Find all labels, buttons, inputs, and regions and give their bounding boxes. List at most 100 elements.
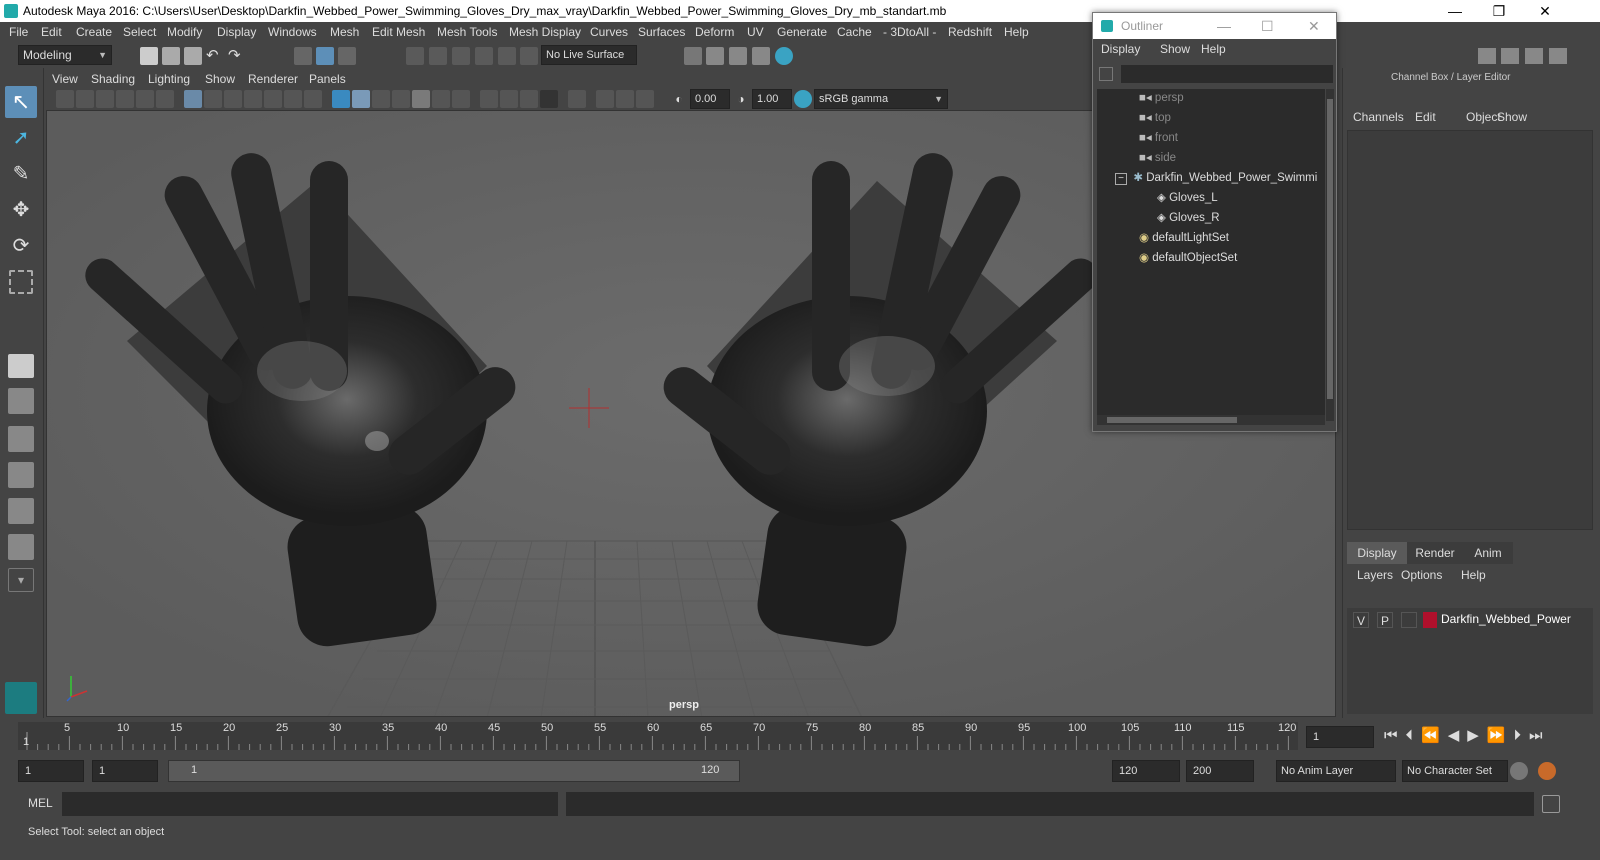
menu-mesh[interactable]: Mesh — [330, 22, 359, 42]
frame-all-icon[interactable] — [596, 90, 614, 108]
exposure-icon[interactable]: ◐ — [670, 90, 688, 108]
safe-title-icon[interactable] — [304, 90, 322, 108]
options-menu[interactable]: Options — [1401, 568, 1442, 582]
collapse-icon[interactable]: − — [1115, 173, 1127, 185]
layer-playback-toggle[interactable]: P — [1377, 612, 1393, 628]
exposure-field[interactable]: 0.00 — [690, 89, 730, 109]
help-menu[interactable]: Help — [1461, 568, 1486, 582]
undo-icon[interactable]: ↶ — [206, 47, 224, 65]
show-menu[interactable]: Show — [1497, 110, 1527, 124]
tab-anim[interactable]: Anim — [1463, 542, 1513, 564]
minimize-button[interactable]: — — [1432, 0, 1478, 22]
outliner-item-gloves-r[interactable]: ◈ Gloves_R — [1157, 209, 1220, 227]
textured-icon[interactable] — [412, 90, 430, 108]
outliner-vscrollbar[interactable] — [1326, 89, 1334, 421]
character-set-selector[interactable]: No Character Set — [1402, 760, 1508, 782]
xray-joints-icon[interactable] — [500, 90, 518, 108]
command-input[interactable] — [62, 792, 558, 816]
menu-redshift[interactable]: Redshift — [948, 22, 992, 42]
outliner-item-top[interactable]: ■◂ top — [1139, 109, 1171, 127]
outliner-item-group[interactable]: − ✱ Darkfin_Webbed_Power_Swimmi — [1115, 169, 1317, 187]
outliner-filter-icon[interactable] — [1099, 67, 1113, 81]
menu-3dtoall[interactable]: - 3DtoAll - — [883, 22, 936, 42]
new-scene-icon[interactable] — [140, 47, 158, 65]
outliner-minimize-icon[interactable]: — — [1217, 13, 1231, 39]
open-scene-icon[interactable] — [162, 47, 180, 65]
color-management-icon[interactable] — [794, 90, 812, 108]
ipr-render-icon[interactable] — [729, 47, 747, 65]
menu-edit-mesh[interactable]: Edit Mesh — [372, 22, 425, 42]
rotate-tool-icon[interactable]: ⟳ — [9, 234, 33, 258]
paint-select-icon[interactable]: ✎ — [9, 162, 33, 186]
outliner-item-front[interactable]: ■◂ front — [1139, 129, 1178, 147]
tab-display[interactable]: Display — [1347, 542, 1407, 564]
lasso-tool-icon[interactable]: ➚ — [9, 126, 33, 150]
maya-home-icon[interactable] — [5, 682, 37, 714]
outliner-maximize-icon[interactable]: ☐ — [1261, 13, 1274, 39]
camera-select-icon[interactable] — [56, 90, 74, 108]
scale-tool-icon[interactable] — [9, 270, 33, 294]
outliner-item-object-set[interactable]: ◉ defaultObjectSet — [1139, 249, 1237, 267]
time-ruler[interactable]: 1 5 10 15 20 25 30 35 40 45 50 55 60 65 … — [18, 722, 1298, 750]
select-tool-icon[interactable]: ↖ — [5, 86, 37, 118]
menu-modify[interactable]: Modify — [167, 22, 202, 42]
render-settings-icon[interactable] — [684, 47, 702, 65]
more-layouts-icon[interactable]: ▾ — [8, 568, 34, 592]
close-button[interactable]: ✕ — [1522, 0, 1568, 22]
use-all-lights-icon[interactable] — [432, 90, 450, 108]
current-frame-field[interactable]: 1 — [1306, 726, 1374, 748]
outliner-hscroll-thumb[interactable] — [1107, 417, 1237, 423]
outliner-close-icon[interactable]: ✕ — [1308, 13, 1320, 39]
panel-menu-renderer[interactable]: Renderer — [248, 70, 298, 88]
layer-visibility-toggle[interactable]: V — [1353, 612, 1369, 628]
menu-curves[interactable]: Curves — [590, 22, 628, 42]
snap-grid-icon[interactable] — [406, 47, 424, 65]
isolate-select-icon[interactable] — [568, 90, 586, 108]
time-slider[interactable]: 1 5 10 15 20 25 30 35 40 45 50 55 60 65 … — [0, 718, 1600, 752]
step-back-icon[interactable]: ⏴ — [1406, 727, 1422, 744]
ambient-occlusion-icon[interactable] — [520, 90, 538, 108]
layer-name[interactable]: Darkfin_Webbed_Power — [1441, 612, 1571, 626]
outliner-hscrollbar[interactable] — [1097, 415, 1325, 425]
layer-type-toggle[interactable] — [1401, 612, 1417, 628]
menu-windows[interactable]: Windows — [268, 22, 317, 42]
playback-start-field[interactable]: 1 — [92, 760, 158, 782]
toggle-tool-settings-icon[interactable] — [1501, 48, 1519, 64]
outliner-menu-show[interactable]: Show — [1160, 39, 1190, 59]
object-menu[interactable]: Object — [1466, 110, 1501, 124]
two-d-pan-icon[interactable] — [136, 90, 154, 108]
menu-uv[interactable]: UV — [747, 22, 764, 42]
image-plane-icon[interactable] — [116, 90, 134, 108]
render-view-icon[interactable] — [752, 47, 770, 65]
menu-mesh-display[interactable]: Mesh Display — [509, 22, 581, 42]
select-object-icon[interactable] — [316, 47, 334, 65]
panel-menu-lighting[interactable]: Lighting — [148, 70, 190, 88]
outliner-item-side[interactable]: ■◂ side — [1139, 149, 1176, 167]
menu-select[interactable]: Select — [123, 22, 156, 42]
layers-menu[interactable]: Layers — [1357, 568, 1393, 582]
snap-view-icon[interactable] — [475, 47, 493, 65]
snap-point-icon[interactable] — [452, 47, 470, 65]
snap-surface-icon[interactable] — [498, 47, 516, 65]
range-bar[interactable]: 1 120 — [168, 760, 740, 782]
motion-blur-icon[interactable] — [540, 90, 558, 108]
panel-menu-shading[interactable]: Shading — [91, 70, 135, 88]
restore-button[interactable]: ❐ — [1476, 0, 1522, 22]
gate-mask-icon[interactable] — [244, 90, 262, 108]
wireframe-on-shaded-icon[interactable] — [392, 90, 410, 108]
hypershade-icon[interactable] — [775, 47, 793, 65]
script-editor-icon[interactable] — [1542, 795, 1560, 813]
graph-layout-icon[interactable] — [8, 498, 34, 524]
outliner-search-input[interactable] — [1121, 65, 1333, 83]
snap-curve-icon[interactable] — [429, 47, 447, 65]
hud-icon[interactable] — [636, 90, 654, 108]
menu-display[interactable]: Display — [217, 22, 256, 42]
single-view-layout-icon[interactable] — [8, 354, 34, 378]
panel-menu-view[interactable]: View — [52, 70, 78, 88]
outliner-item-light-set[interactable]: ◉ defaultLightSet — [1139, 229, 1229, 247]
resolution-gate-icon[interactable] — [224, 90, 242, 108]
save-scene-icon[interactable] — [184, 47, 202, 65]
default-lighting-icon[interactable] — [372, 90, 390, 108]
step-back-key-icon[interactable]: ⏪ — [1421, 727, 1448, 744]
menu-edit[interactable]: Edit — [41, 22, 62, 42]
